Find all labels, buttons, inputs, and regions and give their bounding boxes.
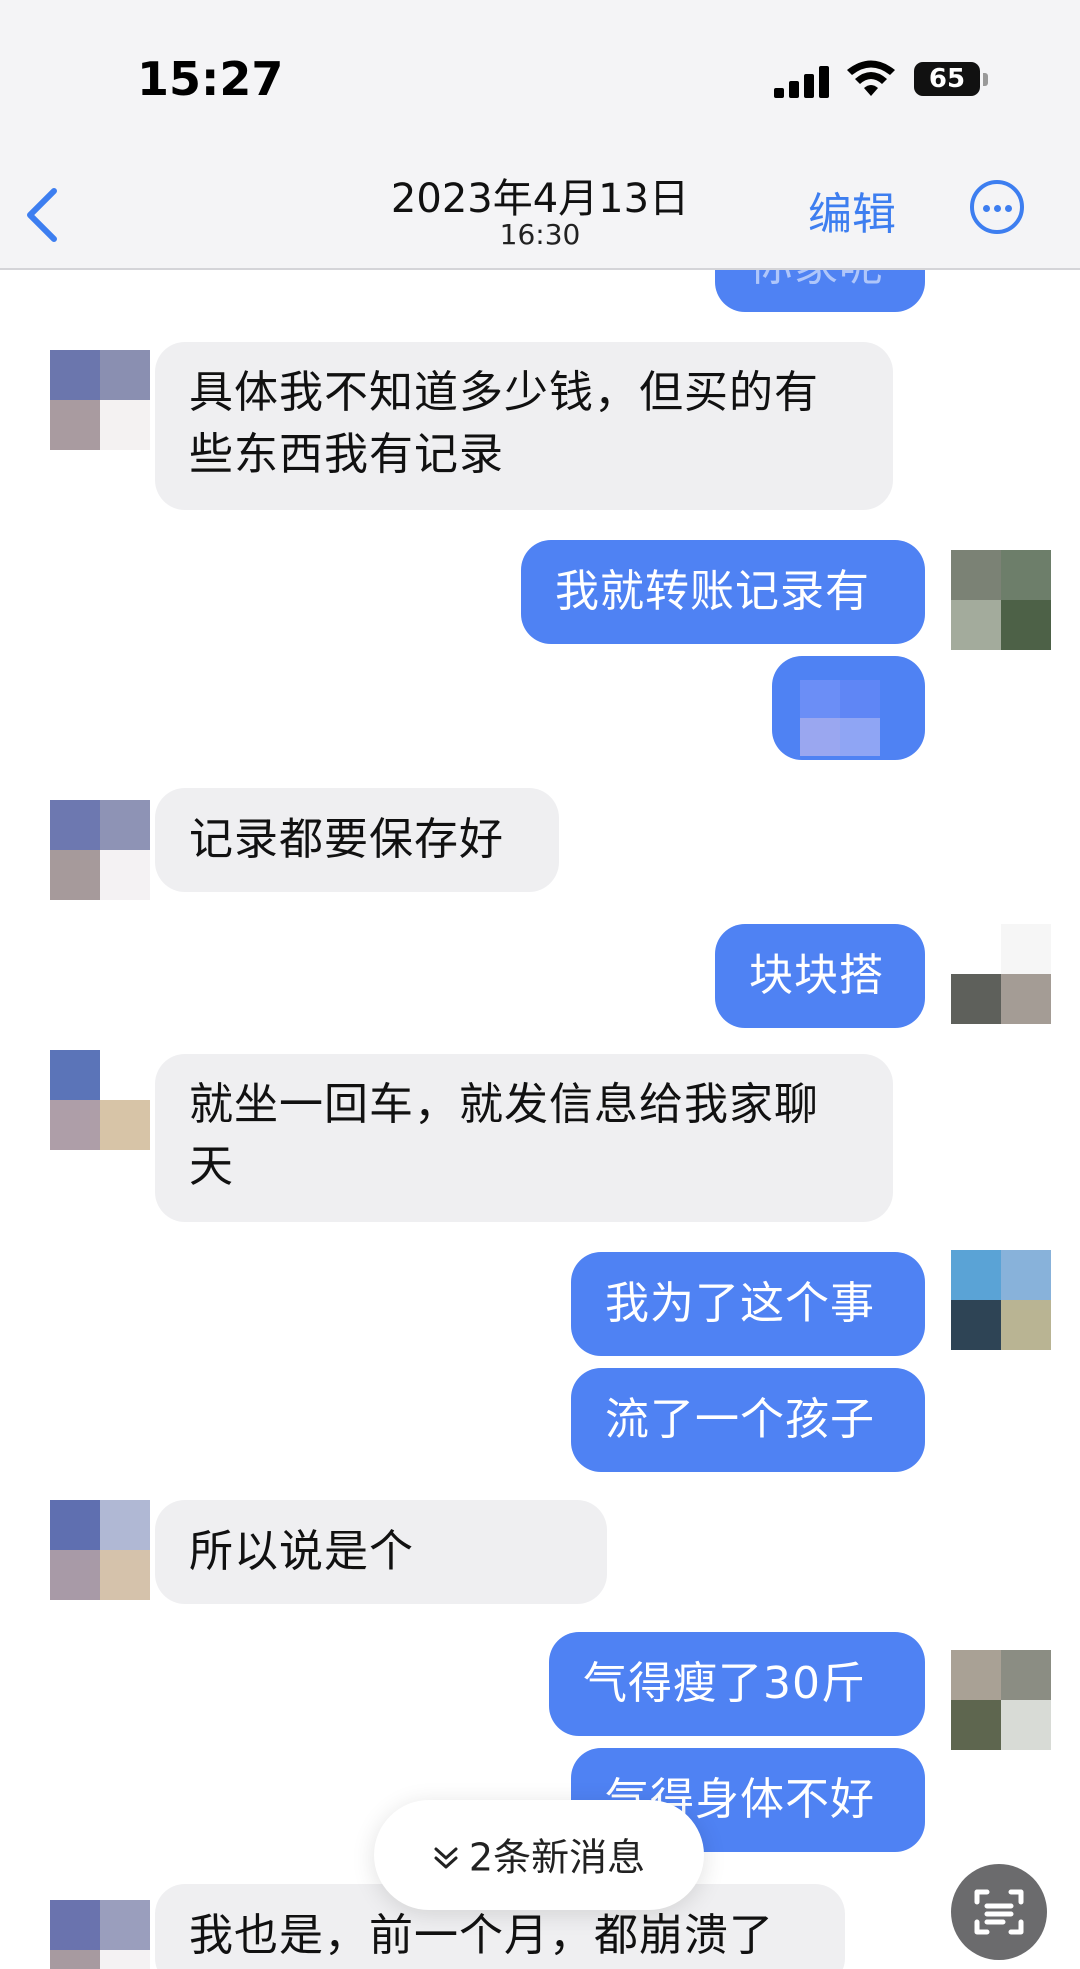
user-avatar[interactable] (951, 1250, 1051, 1350)
user-avatar[interactable] (951, 1650, 1051, 1750)
nav-bar: 2023年4月13日 16:30 编辑 (0, 150, 1080, 270)
message-bubble-incoming[interactable]: 就坐一回车，就发信息给我家聊 天 (155, 1054, 893, 1222)
message-bubble-outgoing[interactable]: 流了一个孩子 (571, 1368, 925, 1472)
message-text: 记录都要保存好 (189, 814, 504, 865)
message-bubble-outgoing[interactable]: 我为了这个事 (571, 1252, 925, 1356)
contact-avatar[interactable] (50, 800, 150, 900)
message-bubble-incoming[interactable]: 所以说是个 (155, 1500, 607, 1604)
conversation-time: 16:30 (499, 218, 581, 251)
battery-indicator: 65 (914, 62, 980, 96)
message-text: 我也是，前一个月，都崩溃了 (189, 1910, 774, 1961)
message-bubble-outgoing[interactable]: 块块搭 (715, 924, 925, 1028)
message-text: 块块搭 (749, 950, 884, 1001)
edit-button[interactable]: 编辑 (808, 178, 896, 242)
message-bubble-incoming[interactable]: 具体我不知道多少钱，但买的有 些东西我有记录 (155, 342, 893, 510)
message-bubble-outgoing[interactable]: 我就转账记录有 (521, 540, 925, 644)
wifi-icon (847, 60, 895, 96)
battery-cap (983, 73, 988, 86)
message-text: 所以说是个 (189, 1526, 414, 1577)
message-text: 我就转账记录有 (555, 566, 870, 617)
message-text-line: 就坐一回车，就发信息给我家聊 (189, 1079, 819, 1130)
new-messages-label: 2条新消息 (468, 1835, 646, 1880)
message-bubble-outgoing[interactable]: 气得瘦了30斤 (549, 1632, 925, 1736)
contact-avatar[interactable] (50, 1900, 150, 1969)
message-text: 气得瘦了30斤 (583, 1658, 866, 1709)
double-chevron-down-icon (434, 1847, 458, 1868)
contact-avatar[interactable] (50, 1500, 150, 1600)
message-text: 你家呢 (749, 270, 884, 291)
message-text-line: 些东西我有记录 (189, 429, 504, 480)
contact-avatar[interactable] (50, 1050, 150, 1150)
message-text: 我为了这个事 (605, 1278, 875, 1329)
new-messages-button[interactable]: 2条新消息 (374, 1800, 704, 1910)
message-bubble-redacted[interactable] (772, 656, 925, 760)
scan-text-icon (974, 1889, 1024, 1935)
message-bubble-incoming[interactable]: 记录都要保存好 (155, 788, 559, 892)
message-text-line: 天 (189, 1141, 234, 1192)
status-time: 15:27 (137, 52, 284, 106)
more-options-icon[interactable] (970, 180, 1024, 234)
user-avatar[interactable] (951, 550, 1051, 650)
status-bar: 15:27 65 (0, 0, 1080, 150)
user-avatar[interactable] (951, 924, 1051, 1024)
conversation-date: 2023年4月13日 (390, 176, 690, 222)
message-text: 流了一个孩子 (605, 1394, 875, 1445)
chat-thread[interactable]: 你家呢 具体我不知道多少钱，但买的有 些东西我有记录 我就转账记录有 记录都要保… (0, 270, 1080, 1969)
cellular-signal-icon (774, 66, 829, 98)
message-text-line: 具体我不知道多少钱，但买的有 (189, 367, 819, 418)
scan-text-button[interactable] (951, 1864, 1047, 1960)
message-bubble-outgoing[interactable]: 你家呢 (715, 270, 925, 312)
contact-avatar[interactable] (50, 350, 150, 450)
